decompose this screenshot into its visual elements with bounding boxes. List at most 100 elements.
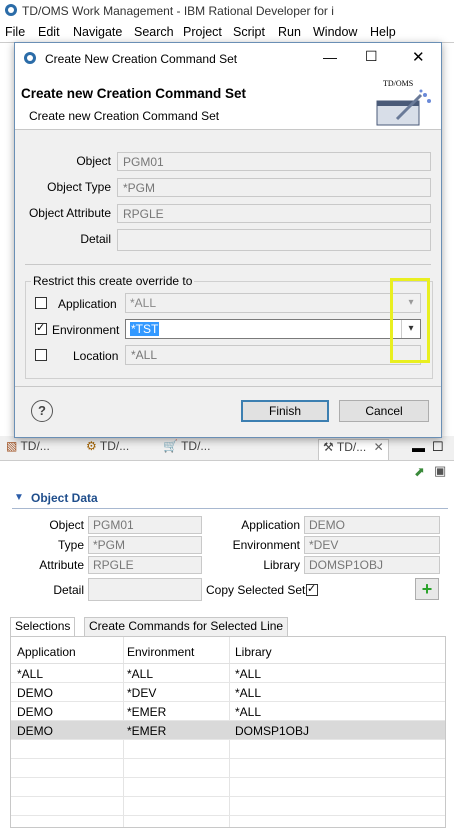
cell-application: DEMO <box>17 705 53 719</box>
cart-icon: 🛒 <box>163 439 178 453</box>
environment-field[interactable]: *DEV <box>304 536 440 554</box>
empty-row <box>11 740 445 759</box>
empty-row <box>11 778 445 797</box>
menu-file[interactable]: File <box>5 25 25 39</box>
maximize-icon[interactable]: ☐ <box>365 48 378 65</box>
object-label: Object <box>76 154 111 168</box>
library-field[interactable]: DOMSP1OBJ <box>304 556 440 574</box>
tdoms-logo: TD/OMS <box>373 77 435 127</box>
tab-2[interactable]: ⚙ TD/... <box>86 439 129 459</box>
restrict-group-title: Restrict this create override to <box>31 274 195 288</box>
application-field[interactable]: DEMO <box>304 516 440 534</box>
section-divider <box>12 508 448 509</box>
environment-checkbox[interactable]: ✓ <box>35 322 47 335</box>
detail-label: Detail <box>80 232 111 246</box>
header-subtitle: Create new Creation Command Set <box>29 109 220 123</box>
object-attribute-label: Object Attribute <box>28 206 111 220</box>
attribute-label: Attribute <box>39 558 84 572</box>
table-row[interactable]: *ALL *ALL *ALL <box>11 664 445 683</box>
maximize-icon[interactable]: ☐ <box>432 439 444 455</box>
cell-environment: *DEV <box>127 686 157 700</box>
menu-run[interactable]: Run <box>278 25 301 39</box>
logo-graphic <box>376 89 431 126</box>
cancel-button[interactable]: Cancel <box>339 400 429 422</box>
tab-3[interactable]: 🛒 TD/... <box>163 439 210 459</box>
view-icon: ▧ <box>6 439 18 453</box>
environment-combo[interactable]: *TST ▾ <box>125 319 421 339</box>
copy-selected-label: Copy Selected Set <box>206 583 306 597</box>
application-label: Application <box>58 297 117 311</box>
detail-field[interactable] <box>117 229 431 251</box>
save-icon[interactable]: ▣ <box>434 463 446 479</box>
tab-1[interactable]: ▧ TD/... <box>6 439 50 459</box>
new-set-icon[interactable]: ⬈ <box>414 464 425 480</box>
object-type-label: Object Type <box>47 180 111 194</box>
dialog-title: Create New Creation Command Set <box>45 52 238 66</box>
app-icon <box>5 4 17 16</box>
menu-edit[interactable]: Edit <box>38 25 60 39</box>
col-header-environment[interactable]: Environment <box>127 645 194 659</box>
menu-window[interactable]: Window <box>313 25 357 39</box>
cell-application: DEMO <box>17 686 53 700</box>
object-field[interactable]: PGM01 <box>117 152 431 171</box>
dialog-header: Create new Creation Command Set Create n… <box>15 73 441 130</box>
collapse-icon[interactable]: ▼ <box>14 492 24 503</box>
environment-combo-value: *TST <box>130 322 160 336</box>
object-attribute-field[interactable]: RPGLE <box>117 204 431 223</box>
dialog-title-bar: Create New Creation Command Set — ☐ ✕ <box>15 43 441 73</box>
type-label: Type <box>57 538 84 552</box>
environment-label: Environment <box>232 538 300 552</box>
cell-library: *ALL <box>235 686 262 700</box>
empty-row <box>11 759 445 778</box>
plus-icon: + <box>421 579 433 599</box>
location-field[interactable]: *ALL <box>125 345 421 365</box>
object-field[interactable]: PGM01 <box>88 516 202 534</box>
application-label: Application <box>241 518 300 532</box>
col-header-application[interactable]: Application <box>17 645 76 659</box>
cell-application: DEMO <box>17 724 53 738</box>
table-row-selected[interactable]: DEMO *EMER DOMSP1OBJ <box>11 721 445 740</box>
application-checkbox[interactable] <box>35 297 47 309</box>
object-type-field[interactable]: *PGM <box>117 178 431 197</box>
table-row[interactable]: DEMO *EMER *ALL <box>11 702 445 721</box>
tab-4-active[interactable]: ⚒ TD/... ✕ <box>318 439 389 460</box>
menu-script[interactable]: Script <box>233 25 265 39</box>
table-row[interactable]: DEMO *DEV *ALL <box>11 683 445 702</box>
gear-icon: ⚙ <box>86 439 97 453</box>
cell-environment: *ALL <box>127 667 154 681</box>
tab-create-commands[interactable]: Create Commands for Selected Line <box>84 617 289 638</box>
cell-environment: *EMER <box>127 705 167 719</box>
section-title: Object Data <box>31 491 98 505</box>
check-icon: ✓ <box>36 322 46 334</box>
attribute-field[interactable]: RPGLE <box>88 556 202 574</box>
menu-project[interactable]: Project <box>183 25 222 39</box>
tab-selections[interactable]: Selections <box>10 617 76 638</box>
view-tab-bar: ▧ TD/... ⚙ TD/... 🛒 TD/... ⚒ TD/... ✕ ▬ … <box>0 436 454 461</box>
environment-label: Environment <box>52 323 120 337</box>
detail-field[interactable] <box>88 578 202 601</box>
cell-library: *ALL <box>235 705 262 719</box>
type-field[interactable]: *PGM <box>88 536 202 554</box>
application-combo[interactable]: *ALL ▾ <box>125 293 421 313</box>
object-label: Object <box>49 518 84 532</box>
menu-navigate[interactable]: Navigate <box>73 25 122 39</box>
finish-button[interactable]: Finish <box>241 400 329 422</box>
location-label: Location <box>73 349 119 363</box>
app-icon <box>24 52 36 64</box>
menu-bar: File Edit Navigate Search Project Script… <box>0 22 454 42</box>
menu-search[interactable]: Search <box>134 25 174 39</box>
app-title: TD/OMS Work Management - IBM Rational De… <box>22 4 334 18</box>
menu-help[interactable]: Help <box>370 25 396 39</box>
minimize-icon[interactable]: ▬ <box>412 440 425 455</box>
close-icon[interactable]: ✕ <box>374 440 384 454</box>
help-icon[interactable]: ? <box>31 400 53 422</box>
close-icon[interactable]: ✕ <box>412 48 425 66</box>
detail-label: Detail <box>53 583 84 597</box>
copy-selected-checkbox[interactable]: ✓ <box>306 583 318 596</box>
cell-environment: *EMER <box>127 724 167 738</box>
add-button[interactable]: + <box>415 578 439 600</box>
location-checkbox[interactable] <box>35 349 47 361</box>
separator <box>25 264 431 265</box>
minimize-icon[interactable]: — <box>323 49 337 65</box>
col-header-library[interactable]: Library <box>235 645 272 659</box>
